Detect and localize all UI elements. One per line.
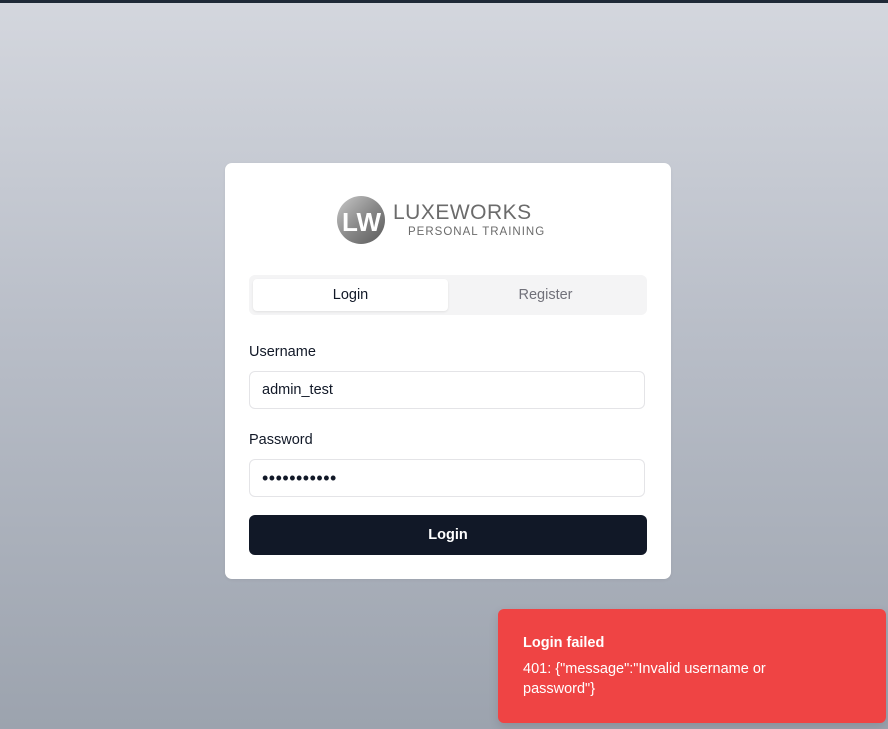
login-card: LW LUXEWORKS PERSONAL TRAINING Login Reg… bbox=[225, 163, 671, 579]
password-label: Password bbox=[249, 432, 313, 448]
password-value: ••••••••••• bbox=[262, 468, 337, 488]
login-button[interactable]: Login bbox=[249, 515, 647, 555]
toast-title: Login failed bbox=[523, 635, 605, 651]
username-label: Username bbox=[249, 344, 316, 360]
username-value: admin_test bbox=[262, 382, 333, 398]
logo-tagline: PERSONAL TRAINING bbox=[408, 226, 545, 238]
toast-message: 401: {"message":"Invalid username or pas… bbox=[523, 661, 766, 697]
error-toast[interactable]: Login failed 401: {"message":"Invalid us… bbox=[498, 609, 886, 723]
logo-monogram: LW bbox=[342, 207, 381, 237]
logo-name: LUXEWORKS bbox=[393, 201, 532, 224]
password-input[interactable]: ••••••••••• bbox=[249, 459, 645, 497]
auth-tabs: Login Register bbox=[249, 275, 647, 315]
tab-login[interactable]: Login bbox=[253, 279, 448, 311]
tab-register[interactable]: Register bbox=[448, 279, 643, 311]
luxeworks-logo: LW LUXEWORKS PERSONAL TRAINING bbox=[336, 195, 561, 247]
username-input[interactable]: admin_test bbox=[249, 371, 645, 409]
top-strip bbox=[0, 0, 888, 3]
